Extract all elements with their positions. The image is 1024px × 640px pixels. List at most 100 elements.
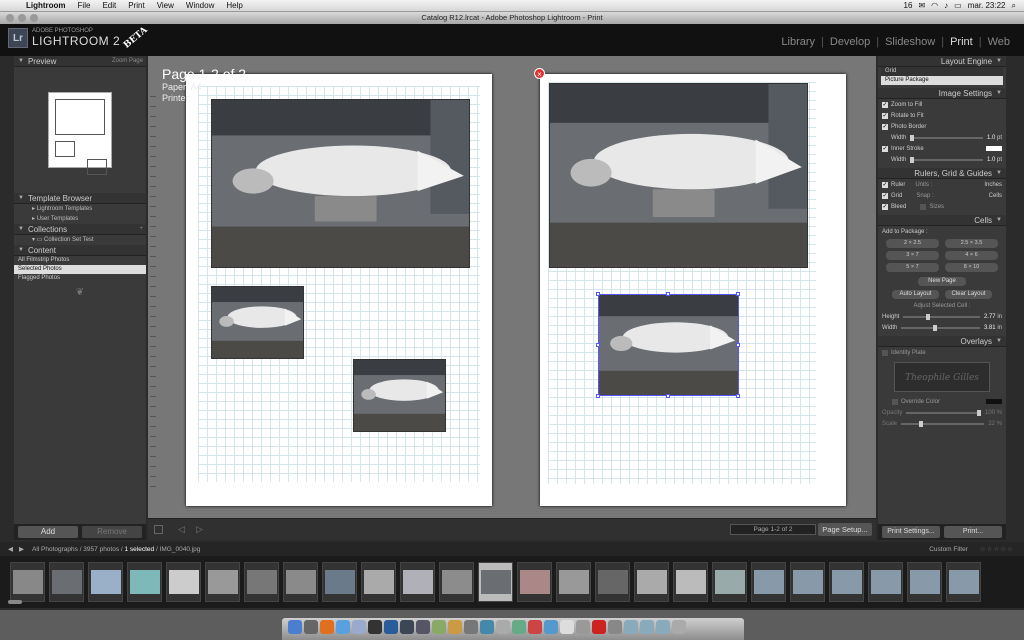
finder-icon[interactable] bbox=[288, 620, 302, 634]
photo-border-checkbox[interactable]: ✓ bbox=[882, 123, 888, 130]
content-flagged-photos[interactable]: Flagged Photos bbox=[14, 274, 146, 283]
app-icon[interactable] bbox=[432, 620, 446, 634]
collapse-triangle-icon[interactable]: ▼ bbox=[996, 338, 1002, 344]
prev-page-icon[interactable]: ◁ bbox=[178, 524, 185, 535]
app-icon[interactable] bbox=[560, 620, 574, 634]
clock[interactable]: mar. 23:22 bbox=[968, 1, 1006, 10]
trash-icon[interactable] bbox=[672, 620, 686, 634]
filmstrip-thumb[interactable] bbox=[517, 562, 552, 602]
mail-app-icon[interactable] bbox=[352, 620, 366, 634]
filmstrip-thumb[interactable] bbox=[244, 562, 279, 602]
module-slideshow[interactable]: Slideshow bbox=[879, 36, 941, 48]
grid-row[interactable]: ✓ Grid Snap : Cells bbox=[878, 190, 1006, 201]
filmstrip-thumb[interactable] bbox=[10, 562, 45, 602]
template-folder-user[interactable]: ▸ User Templates bbox=[14, 214, 146, 224]
add-button[interactable]: Add bbox=[18, 526, 78, 538]
module-web[interactable]: Web bbox=[982, 36, 1016, 48]
photoshop-icon[interactable] bbox=[384, 620, 398, 634]
image-settings-header[interactable]: Image Settings ▼ bbox=[878, 88, 1006, 99]
layout-option-picture-package[interactable]: Picture Package bbox=[881, 76, 1003, 85]
cell-size-button[interactable]: 8 × 10 bbox=[945, 263, 998, 272]
print-settings-button[interactable]: Print Settings... bbox=[882, 526, 940, 538]
filmstrip-thumb[interactable] bbox=[907, 562, 942, 602]
cells-header[interactable]: Cells ▼ bbox=[878, 215, 1006, 226]
filmstrip-thumb[interactable] bbox=[829, 562, 864, 602]
dashboard-icon[interactable] bbox=[304, 620, 318, 634]
nav-forward-icon[interactable]: ▶ bbox=[19, 545, 24, 553]
collapse-triangle-icon[interactable]: ▼ bbox=[996, 90, 1002, 96]
clear-layout-button[interactable]: Clear Layout bbox=[945, 290, 992, 299]
filmstrip-thumb[interactable] bbox=[751, 562, 786, 602]
remove-button[interactable]: Remove bbox=[82, 526, 142, 538]
module-develop[interactable]: Develop bbox=[824, 36, 876, 48]
opacity-slider[interactable] bbox=[906, 409, 982, 416]
filmstrip-thumb[interactable] bbox=[946, 562, 981, 602]
cell-size-button[interactable]: 4 × 6 bbox=[945, 251, 998, 260]
filmstrip-thumb[interactable] bbox=[322, 562, 357, 602]
collection-set-item[interactable]: ▾ ▭ Collection Set Test bbox=[14, 235, 146, 245]
cell-size-button[interactable]: 5 × 7 bbox=[886, 263, 939, 272]
app-icon[interactable] bbox=[544, 620, 558, 634]
folder-icon[interactable] bbox=[640, 620, 654, 634]
module-print[interactable]: Print bbox=[944, 36, 979, 48]
photo-border-row[interactable]: ✓ Photo Border bbox=[878, 121, 1006, 132]
cell-height-slider[interactable] bbox=[903, 313, 980, 320]
identity-plate-checkbox[interactable] bbox=[882, 349, 888, 356]
ruler-row[interactable]: ✓ Ruler Units : Inches bbox=[878, 179, 1006, 190]
filmstrip-thumb[interactable] bbox=[400, 562, 435, 602]
module-library[interactable]: Library bbox=[775, 36, 821, 48]
photo-cell[interactable] bbox=[353, 359, 446, 432]
override-color-swatch[interactable] bbox=[986, 399, 1002, 404]
itunes-icon[interactable] bbox=[368, 620, 382, 634]
menu-print[interactable]: Print bbox=[122, 1, 150, 10]
zoom-to-fill-checkbox[interactable]: ✓ bbox=[882, 101, 888, 108]
collapse-triangle-icon[interactable]: ▼ bbox=[996, 58, 1002, 64]
filmstrip-thumb[interactable] bbox=[49, 562, 84, 602]
lightroom-dock-icon[interactable] bbox=[400, 620, 414, 634]
resize-handle[interactable] bbox=[666, 394, 670, 398]
collapse-triangle-icon[interactable]: ▼ bbox=[996, 170, 1002, 176]
photo-cell[interactable] bbox=[549, 83, 808, 268]
rotate-to-fit-row[interactable]: ✓ Rotate to Fit bbox=[878, 110, 1006, 121]
resize-handle[interactable] bbox=[736, 343, 740, 347]
cell-size-button[interactable]: 2 × 2.5 bbox=[886, 239, 939, 248]
nav-back-icon[interactable]: ◀ bbox=[8, 545, 13, 553]
folder-icon[interactable] bbox=[656, 620, 670, 634]
ruler-checkbox[interactable]: ✓ bbox=[882, 181, 888, 188]
auto-layout-button[interactable]: Auto Layout bbox=[892, 290, 939, 299]
identity-plate-preview[interactable]: Theophile Gilles bbox=[894, 362, 990, 392]
filmstrip-thumb[interactable] bbox=[595, 562, 630, 602]
app-icon[interactable] bbox=[448, 620, 462, 634]
filmstrip-thumb[interactable] bbox=[673, 562, 708, 602]
menu-app-name[interactable]: Lightroom bbox=[20, 1, 72, 10]
overlays-header[interactable]: Overlays ▼ bbox=[878, 336, 1006, 347]
inner-stroke-checkbox[interactable]: ✓ bbox=[882, 145, 888, 152]
cell-width-slider[interactable] bbox=[901, 324, 980, 331]
collapse-triangle-icon[interactable]: ▼ bbox=[18, 247, 24, 253]
delete-page-icon[interactable]: × bbox=[534, 68, 545, 79]
layout-option-grid[interactable]: Grid bbox=[881, 67, 1003, 76]
rulers-header[interactable]: Rulers, Grid & Guides ▼ bbox=[878, 168, 1006, 179]
menu-window[interactable]: Window bbox=[180, 1, 220, 10]
sizes-checkbox[interactable] bbox=[920, 203, 927, 210]
filmstrip-thumb[interactable] bbox=[88, 562, 123, 602]
inner-stroke-row[interactable]: ✓ Inner Stroke bbox=[878, 143, 1006, 154]
content-header[interactable]: ▼ Content bbox=[14, 245, 146, 256]
filmstrip-thumb[interactable] bbox=[634, 562, 669, 602]
template-folder-lightroom[interactable]: ▸ Lightroom Templates bbox=[14, 204, 146, 214]
add-collection-icon[interactable]: + bbox=[139, 226, 146, 232]
wifi-icon[interactable]: ◠ bbox=[931, 1, 938, 10]
filmstrip-thumb[interactable] bbox=[556, 562, 591, 602]
app-icon[interactable] bbox=[464, 620, 478, 634]
stroke-width-slider[interactable] bbox=[910, 156, 983, 163]
template-browser-header[interactable]: ▼ Template Browser bbox=[14, 193, 146, 204]
menu-help[interactable]: Help bbox=[220, 1, 248, 10]
app-icon[interactable] bbox=[512, 620, 526, 634]
next-page-icon[interactable]: ▷ bbox=[196, 524, 203, 535]
filmstrip-thumb[interactable] bbox=[166, 562, 201, 602]
collapse-triangle-icon[interactable]: ▼ bbox=[18, 195, 24, 201]
lightroom-beta-dock-icon[interactable] bbox=[416, 620, 430, 634]
page-setup-button[interactable]: Page Setup... bbox=[818, 523, 872, 536]
bleed-row[interactable]: ✓ Bleed Sizes bbox=[878, 201, 1006, 212]
stroke-color-swatch[interactable] bbox=[986, 146, 1002, 151]
